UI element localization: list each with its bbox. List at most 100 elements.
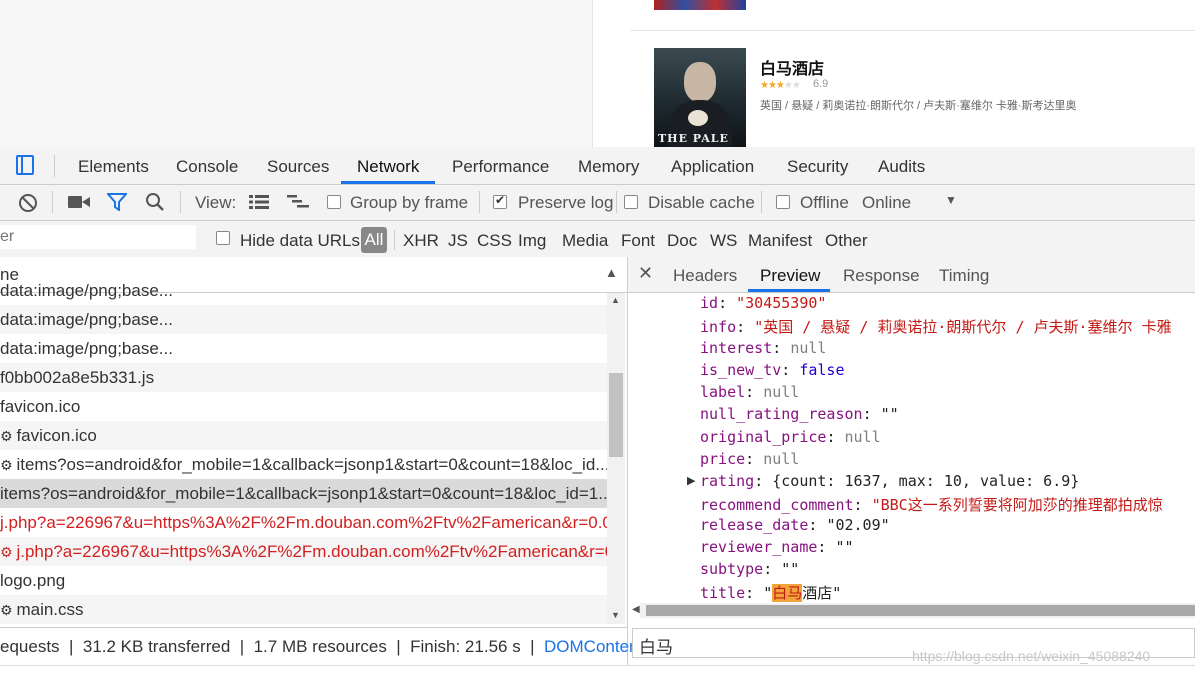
tab-performance[interactable]: Performance xyxy=(452,157,549,177)
request-row[interactable]: ⚙ favicon.ico xyxy=(0,421,607,450)
network-summary: equests | 31.2 KB transferred | 1.7 MB r… xyxy=(0,637,667,656)
tab-response[interactable]: Response xyxy=(843,266,920,286)
divider xyxy=(761,191,762,213)
request-row[interactable]: data:image/png;base... xyxy=(0,334,607,363)
request-name: items?os=android&for_mobile=1&callback=j… xyxy=(16,455,607,474)
filter-doc-button[interactable]: Doc xyxy=(667,231,697,251)
close-icon[interactable]: ✕ xyxy=(638,263,653,284)
throttling-dropdown-icon[interactable]: ▼ xyxy=(945,193,957,207)
tab-preview[interactable]: Preview xyxy=(760,266,820,286)
divider xyxy=(180,191,181,213)
previous-item-poster[interactable] xyxy=(654,0,746,10)
finish-time: Finish: 21.56 s xyxy=(410,637,521,656)
expand-triangle-icon[interactable]: ▶ xyxy=(687,474,695,487)
item-divider xyxy=(630,30,1195,31)
tab-audits[interactable]: Audits xyxy=(878,157,925,177)
filter-js-button[interactable]: JS xyxy=(448,231,468,251)
tab-application[interactable]: Application xyxy=(671,157,754,177)
filter-css-button[interactable]: CSS xyxy=(477,231,512,251)
poster-flower xyxy=(688,110,708,126)
split-divider[interactable] xyxy=(627,257,628,665)
stars-empty: ★★ xyxy=(783,80,801,91)
page-left-blank xyxy=(0,0,593,147)
disable-cache-label: Disable cache xyxy=(648,193,755,212)
request-list-scrollbar[interactable] xyxy=(607,293,625,624)
tab-memory[interactable]: Memory xyxy=(578,157,639,177)
request-row[interactable]: favicon.ico xyxy=(0,392,607,421)
device-toolbar-icon[interactable] xyxy=(16,155,34,175)
search-icon[interactable] xyxy=(145,192,165,212)
request-count: equests xyxy=(0,637,60,656)
movie-title[interactable]: 白马酒店 xyxy=(760,55,824,79)
filter-manifest-button[interactable]: Manifest xyxy=(748,231,812,251)
request-row[interactable]: data:image/png;base... xyxy=(0,276,607,305)
watermark: https://blog.csdn.net/weixin_45088240 xyxy=(912,648,1151,664)
request-row[interactable]: ⚙ j.php?a=226967&u=https%3A%2F%2Fm.douba… xyxy=(0,537,607,566)
poster-figure-head xyxy=(684,62,716,102)
json-prop-subtype: subtype: "" xyxy=(700,560,800,578)
filter-xhr-button[interactable]: XHR xyxy=(403,231,439,251)
preview-scroll-thumb[interactable] xyxy=(646,605,1195,616)
request-row[interactable]: ⚙ items?os=android&for_mobile=1&callback… xyxy=(0,450,607,479)
tab-console[interactable]: Console xyxy=(176,157,238,177)
request-row[interactable]: ⚙ main.css xyxy=(0,595,607,624)
tab-network[interactable]: Network xyxy=(357,157,419,177)
movie-score: 6.9 xyxy=(813,78,829,90)
poster-caption xyxy=(664,51,667,57)
offline-label: Offline xyxy=(800,193,849,212)
request-row[interactable]: data:image/png;base... xyxy=(0,305,607,334)
json-prop-price: price: null xyxy=(700,450,800,468)
filter-input[interactable] xyxy=(0,225,196,249)
scroll-down-icon[interactable]: ▼ xyxy=(611,610,620,620)
movie-poster[interactable]: THE PALE HORSE xyxy=(654,48,746,147)
filter-icon[interactable] xyxy=(107,193,127,211)
divider xyxy=(394,230,395,250)
request-name: j.php?a=226967&u=https%3A%2F%2Fm.douban.… xyxy=(16,542,607,561)
hide-data-urls-checkbox[interactable] xyxy=(216,231,230,245)
tab-security[interactable]: Security xyxy=(787,157,848,177)
json-prop-interest: interest: null xyxy=(700,339,827,357)
request-row[interactable]: f0bb002a8e5b331.js xyxy=(0,363,607,392)
group-by-frame-label: Group by frame xyxy=(350,193,469,212)
request-name: data:image/png;base... xyxy=(0,281,173,300)
tab-sources[interactable]: Sources xyxy=(267,157,329,177)
request-name: logo.png xyxy=(0,571,66,590)
filter-img-button[interactable]: Img xyxy=(518,231,546,251)
scroll-up-icon[interactable]: ▲ xyxy=(611,295,620,305)
window-bottom-edge xyxy=(0,665,1195,676)
throttling-select[interactable]: Online xyxy=(862,193,911,213)
json-prop-rating[interactable]: rating: {count: 1637, max: 10, value: 6.… xyxy=(700,472,1079,490)
filter-font-button[interactable]: Font xyxy=(621,231,655,251)
tab-elements[interactable]: Elements xyxy=(78,157,149,177)
tab-timing[interactable]: Timing xyxy=(939,266,989,286)
request-row[interactable]: j.php?a=226967&u=https%3A%2F%2Fm.douban.… xyxy=(0,508,607,537)
preview-search-input[interactable]: 白马 xyxy=(639,633,673,658)
json-prop-is-new-tv: is_new_tv: false xyxy=(700,361,845,379)
filter-media-button[interactable]: Media xyxy=(562,231,608,251)
filter-ws-button[interactable]: WS xyxy=(710,231,737,251)
disable-cache-checkbox[interactable] xyxy=(624,195,638,209)
active-tab-indicator xyxy=(341,181,435,184)
json-prop-info: info: "英国 / 悬疑 / 莉奥诺拉·朗斯代尔 / 卢夫斯·塞维尔 卡雅 xyxy=(700,318,1172,336)
preserve-log-checkbox[interactable] xyxy=(493,193,507,209)
filter-all-button[interactable]: All xyxy=(361,227,387,253)
request-row[interactable]: logo.png xyxy=(0,566,607,595)
request-row[interactable]: items?os=android&for_mobile=1&callback=j… xyxy=(0,479,607,508)
tab-headers[interactable]: Headers xyxy=(673,266,737,286)
scroll-left-icon[interactable]: ◀ xyxy=(632,604,640,615)
group-by-frame-checkbox[interactable] xyxy=(327,195,341,209)
clear-icon[interactable] xyxy=(18,193,38,213)
request-name: items?os=android&for_mobile=1&callback=j… xyxy=(0,484,607,503)
service-worker-gear-icon: ⚙ xyxy=(0,457,17,473)
service-worker-gear-icon: ⚙ xyxy=(0,602,17,618)
filter-other-button[interactable]: Other xyxy=(825,231,868,251)
request-name: j.php?a=226967&u=https%3A%2F%2Fm.douban.… xyxy=(0,513,607,532)
waterfall-overview-icon[interactable] xyxy=(287,194,309,210)
video-camera-icon[interactable] xyxy=(68,195,90,209)
offline-checkbox[interactable] xyxy=(776,195,790,209)
divider xyxy=(479,191,480,213)
large-rows-icon[interactable] xyxy=(249,194,269,210)
request-list-scroll-thumb[interactable] xyxy=(609,373,623,457)
search-highlight: 白马 xyxy=(772,584,803,602)
hide-data-urls-label: Hide data URLs xyxy=(240,231,361,250)
